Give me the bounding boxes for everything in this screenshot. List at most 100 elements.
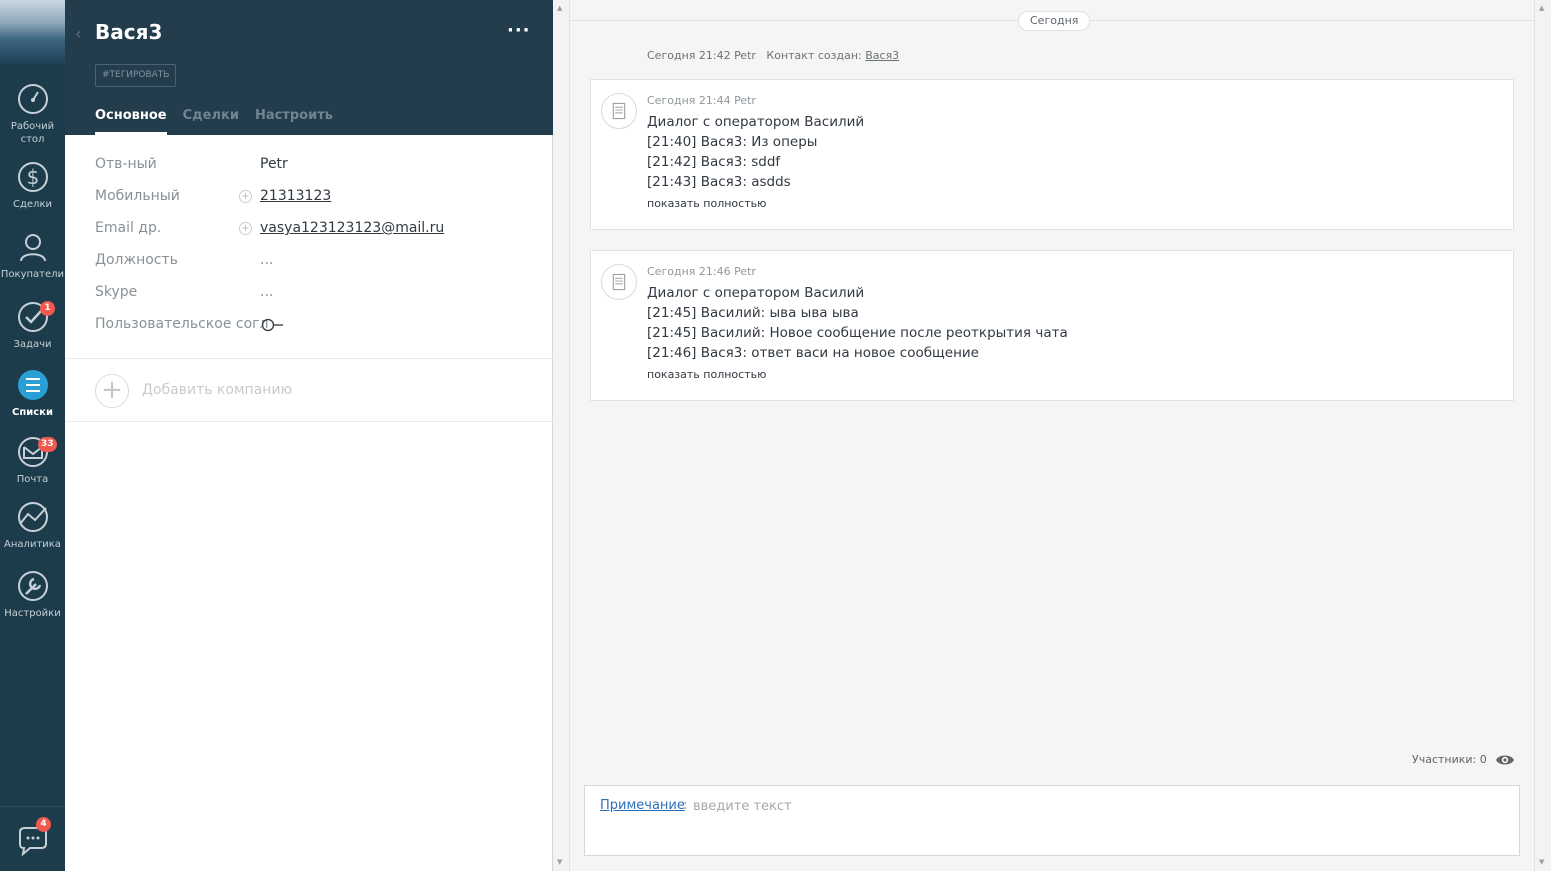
nav-item-lists[interactable]: Списки bbox=[0, 368, 65, 419]
event-text: Контакт создан: bbox=[766, 49, 862, 62]
nav-item-dashboard[interactable]: Рабочий стол bbox=[0, 82, 65, 146]
divider bbox=[65, 421, 553, 422]
note-body: Диалог с оператором Василий [21:40] Вася… bbox=[647, 112, 864, 192]
scroll-down-icon[interactable]: ▼ bbox=[557, 858, 562, 866]
nav-label: Покупатели bbox=[0, 269, 65, 280]
scroll-down-icon[interactable]: ▼ bbox=[1539, 858, 1544, 866]
customers-icon bbox=[19, 234, 46, 262]
note-body: Диалог с оператором Василий [21:45] Васи… bbox=[647, 283, 1068, 363]
field-label: Мобильный bbox=[95, 188, 180, 204]
field-skype: Skype ... bbox=[95, 278, 535, 310]
note-line: Диалог с оператором Василий bbox=[647, 114, 865, 130]
agreement-toggle[interactable] bbox=[261, 318, 285, 332]
field-user-agreement: Пользовательское согл bbox=[95, 310, 535, 342]
activity-feed: Сегодня Сегодня 21:42 Petr Контакт созда… bbox=[570, 0, 1534, 871]
document-icon bbox=[601, 264, 637, 300]
lists-icon bbox=[17, 370, 48, 400]
dollar-icon: $ bbox=[17, 162, 48, 192]
field-label: Пользовательское согл bbox=[95, 316, 269, 332]
field-value[interactable]: ... bbox=[260, 252, 273, 268]
add-phone-icon[interactable]: + bbox=[239, 190, 252, 203]
note-meta: Сегодня 21:44 Petr bbox=[647, 94, 756, 107]
contact-tabs: Основное Сделки Настроить bbox=[95, 107, 349, 135]
tab-customize[interactable]: Настроить bbox=[255, 107, 333, 135]
user-avatar[interactable] bbox=[0, 0, 65, 65]
nav-label: Настройки bbox=[4, 608, 61, 619]
nav-item-mail[interactable]: Почта 33 bbox=[0, 435, 65, 486]
chat-button[interactable]: 4 bbox=[0, 806, 65, 871]
nav-item-deals[interactable]: $ Сделки bbox=[0, 160, 65, 211]
event-contact-link[interactable]: Вася3 bbox=[865, 49, 899, 62]
tasks-badge: 1 bbox=[40, 301, 55, 316]
scroll-up-icon[interactable]: ▲ bbox=[1539, 4, 1544, 12]
tag-button[interactable]: #ТЕГИРОВАТЬ bbox=[95, 64, 177, 87]
divider bbox=[65, 358, 553, 359]
note-line: [21:45] Василий: Новое сообщение после р… bbox=[647, 325, 1068, 341]
feed-scrollbar[interactable]: ▲ ▼ bbox=[1534, 0, 1551, 871]
note-composer: Примечание : bbox=[584, 785, 1520, 856]
panel-scrollbar[interactable]: ▲ ▼ bbox=[553, 0, 570, 871]
composer-colon: : bbox=[683, 798, 688, 813]
contact-fields: Отв-ный Petr Мобильный + 21313123 Email … bbox=[95, 150, 535, 342]
note-line: [21:46] Вася3: ответ васи на новое сообщ… bbox=[647, 345, 979, 361]
svg-text:$: $ bbox=[26, 165, 39, 189]
nav-item-tasks[interactable]: Задачи 1 bbox=[0, 300, 65, 351]
note-type-selector[interactable]: Примечание bbox=[600, 798, 685, 813]
show-more-link[interactable]: показать полностью bbox=[647, 368, 766, 381]
field-email: Email др. + vasya123123123@mail.ru bbox=[95, 214, 535, 246]
field-label: Должность bbox=[95, 252, 178, 268]
add-email-icon[interactable]: + bbox=[239, 222, 252, 235]
nav-item-customers[interactable]: Покупатели bbox=[0, 230, 65, 281]
phone-link[interactable]: 21313123 bbox=[260, 188, 331, 204]
participants-count: Участники: 0 bbox=[1412, 753, 1487, 766]
show-more-link[interactable]: показать полностью bbox=[647, 197, 766, 210]
field-responsible: Отв-ный Petr bbox=[95, 150, 535, 182]
analytics-icon bbox=[17, 502, 48, 532]
scroll-up-icon[interactable]: ▲ bbox=[557, 4, 562, 12]
chat-badge: 4 bbox=[36, 817, 51, 832]
nav-label: Задачи bbox=[13, 339, 52, 350]
field-mobile: Мобильный + 21313123 bbox=[95, 182, 535, 214]
note-meta: Сегодня 21:46 Petr bbox=[647, 265, 756, 278]
contact-header: ‹ Вася3 ··· #ТЕГИРОВАТЬ Основное Сделки … bbox=[65, 0, 553, 135]
field-value[interactable]: ... bbox=[260, 284, 273, 300]
nav-label: Рабочий стол bbox=[10, 121, 55, 145]
document-icon bbox=[601, 93, 637, 129]
note-input[interactable] bbox=[693, 796, 1493, 816]
mail-badge: 33 bbox=[38, 437, 57, 452]
nav-label: Почта bbox=[16, 474, 49, 485]
note-line: [21:40] Вася3: Из оперы bbox=[647, 134, 818, 150]
note-line: [21:45] Василий: ыва ыва ыва bbox=[647, 305, 859, 321]
add-company-label: Добавить компанию bbox=[142, 382, 293, 398]
email-link[interactable]: vasya123123123@mail.ru bbox=[260, 220, 444, 236]
note-line: Диалог с оператором Василий bbox=[647, 285, 865, 301]
nav-label: Списки bbox=[12, 407, 53, 418]
field-label: Отв-ный bbox=[95, 156, 157, 172]
date-pill: Сегодня bbox=[1018, 11, 1091, 31]
nav-label: Сделки bbox=[13, 199, 52, 210]
left-nav: Рабочий стол $ Сделки Покупатели Задачи … bbox=[0, 0, 65, 871]
field-position: Должность ... bbox=[95, 246, 535, 278]
note-line: [21:43] Вася3: asdds bbox=[647, 174, 791, 190]
event-contact-created: Сегодня 21:42 Petr Контакт создан: Вася3 bbox=[647, 49, 899, 62]
back-arrow-icon[interactable]: ‹ bbox=[75, 24, 81, 43]
note-line: [21:42] Вася3: sddf bbox=[647, 154, 781, 170]
plus-icon: + bbox=[95, 374, 129, 408]
nav-item-settings[interactable]: Настройки bbox=[0, 569, 65, 620]
more-button[interactable]: ··· bbox=[507, 20, 531, 41]
chat-note: Сегодня 21:46 Petr Диалог с оператором В… bbox=[590, 250, 1514, 401]
field-label: Email др. bbox=[95, 220, 162, 236]
nav-item-analytics[interactable]: Аналитика bbox=[0, 500, 65, 551]
nav-label: Аналитика bbox=[4, 539, 61, 550]
tab-deals[interactable]: Сделки bbox=[183, 107, 239, 135]
field-value[interactable]: Petr bbox=[260, 156, 288, 172]
wrench-icon bbox=[17, 571, 48, 601]
contact-name[interactable]: Вася3 bbox=[95, 20, 162, 44]
field-label: Skype bbox=[95, 284, 138, 300]
tab-main[interactable]: Основное bbox=[95, 107, 167, 135]
dashboard-icon bbox=[17, 84, 48, 114]
chat-note: Сегодня 21:44 Petr Диалог с оператором В… bbox=[590, 79, 1514, 230]
eye-icon[interactable] bbox=[1495, 752, 1515, 768]
contact-panel: ‹ Вася3 ··· #ТЕГИРОВАТЬ Основное Сделки … bbox=[65, 0, 553, 871]
event-meta: Сегодня 21:42 Petr bbox=[647, 49, 756, 62]
